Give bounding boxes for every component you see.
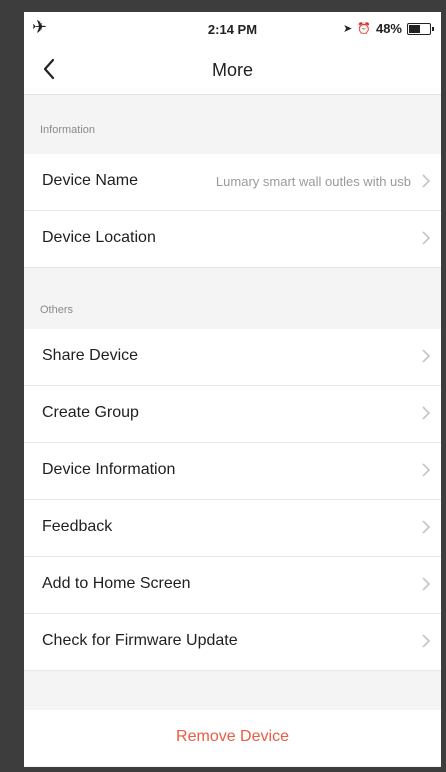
device-information-label: Device Information bbox=[42, 461, 176, 478]
remove-device-label: Remove Device bbox=[176, 728, 289, 745]
check-firmware-update-label: Check for Firmware Update bbox=[42, 632, 238, 649]
create-group-row[interactable]: Create Group bbox=[24, 386, 441, 443]
battery-icon bbox=[407, 22, 434, 35]
feedback-row[interactable]: Feedback bbox=[24, 500, 441, 557]
alarm-icon: ⏰ bbox=[357, 23, 371, 35]
status-bar: ✈ 2:14 PM ➤ ⏰ 48% bbox=[24, 12, 441, 46]
location-icon: ➤ bbox=[343, 23, 353, 35]
chevron-right-icon bbox=[422, 577, 431, 591]
chevron-right-icon bbox=[422, 406, 431, 420]
navigation-bar: More bbox=[24, 46, 441, 95]
chevron-right-icon bbox=[422, 634, 431, 648]
phone-screen: ✈ 2:14 PM ➤ ⏰ 48% More Information Devic… bbox=[24, 12, 441, 767]
share-device-label: Share Device bbox=[42, 347, 139, 364]
device-name-row[interactable]: Device Name Lumary smart wall outles wit… bbox=[24, 154, 441, 211]
check-firmware-update-row[interactable]: Check for Firmware Update bbox=[24, 614, 441, 671]
feedback-label: Feedback bbox=[42, 518, 113, 535]
remove-device-button[interactable]: Remove Device bbox=[24, 710, 441, 766]
chevron-right-icon bbox=[422, 174, 431, 188]
share-device-row[interactable]: Share Device bbox=[24, 329, 441, 386]
chevron-right-icon bbox=[422, 231, 431, 245]
add-to-home-screen-label: Add to Home Screen bbox=[42, 575, 191, 592]
battery-percent: 48% bbox=[375, 21, 402, 36]
chevron-right-icon bbox=[422, 520, 431, 534]
device-name-value: Lumary smart wall outles with usb bbox=[215, 174, 411, 189]
create-group-label: Create Group bbox=[42, 404, 139, 421]
page-title: More bbox=[211, 60, 253, 80]
device-name-label: Device Name bbox=[42, 172, 139, 189]
chevron-right-icon bbox=[422, 463, 431, 477]
add-to-home-screen-row[interactable]: Add to Home Screen bbox=[24, 557, 441, 614]
device-information-row[interactable]: Device Information bbox=[24, 443, 441, 500]
device-location-row[interactable]: Device Location bbox=[24, 211, 441, 268]
device-location-label: Device Location bbox=[42, 229, 156, 246]
status-right: ➤ ⏰ 48% bbox=[343, 21, 434, 36]
chevron-right-icon bbox=[422, 349, 431, 363]
